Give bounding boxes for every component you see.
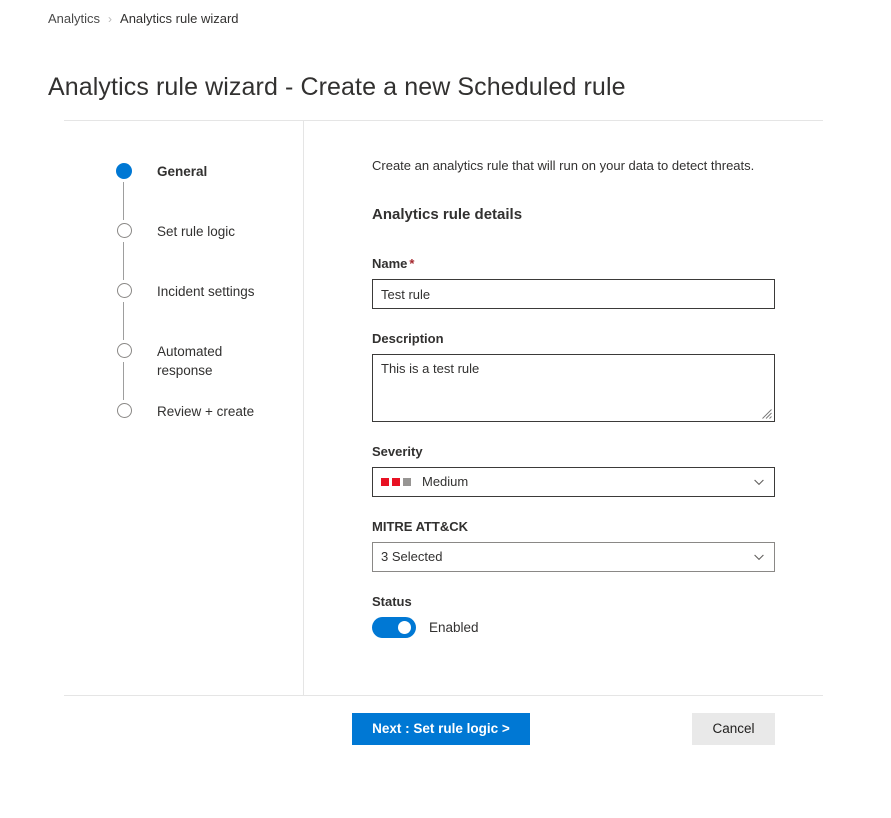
step-marker-incident-settings <box>112 280 136 298</box>
status-toggle-label: Enabled <box>429 619 479 637</box>
name-label-text: Name <box>372 256 407 271</box>
analytics-rule-form: Create an analytics rule that will run o… <box>372 157 776 659</box>
next-set-rule-logic-button[interactable]: Next : Set rule logic > <box>352 713 530 745</box>
name-label: Name* <box>372 255 776 273</box>
name-input[interactable] <box>372 279 775 309</box>
mitre-attack-label: MITRE ATT&CK <box>372 518 776 536</box>
chevron-down-icon <box>753 476 765 488</box>
toggle-knob <box>398 621 411 634</box>
form-intro-text: Create an analytics rule that will run o… <box>372 157 776 175</box>
wizard-step-general[interactable]: General <box>112 160 292 220</box>
severity-dropdown[interactable]: Medium <box>372 467 775 497</box>
field-description: Description This is a test rule <box>372 330 776 422</box>
field-status: Status Enabled <box>372 593 776 638</box>
required-asterisk: * <box>409 256 414 271</box>
wizard-step-automated-response[interactable]: Automated response <box>112 340 292 400</box>
wizard-step-label: Set rule logic <box>136 220 235 241</box>
step-connector-line <box>123 242 124 280</box>
step-dot-filled-icon <box>116 163 132 179</box>
severity-square-filled <box>392 478 400 486</box>
step-marker-automated-response <box>112 340 136 358</box>
wizard-step-label: Incident settings <box>136 280 255 301</box>
severity-square-empty <box>403 478 411 486</box>
severity-level-indicator <box>381 478 411 486</box>
panel-vertical-divider <box>303 120 304 695</box>
cancel-button[interactable]: Cancel <box>692 713 775 745</box>
breadcrumb-link-analytics[interactable]: Analytics <box>48 10 100 28</box>
wizard-step-label: Review + create <box>136 400 254 421</box>
field-name: Name* <box>372 255 776 309</box>
description-label: Description <box>372 330 776 348</box>
wizard-step-label: Automated response <box>136 340 228 380</box>
wizard-step-set-rule-logic[interactable]: Set rule logic <box>112 220 292 280</box>
field-severity: Severity Medium <box>372 443 776 497</box>
field-mitre-attack: MITRE ATT&CK 3 Selected <box>372 518 776 572</box>
chevron-down-icon <box>753 551 765 563</box>
step-dot-empty-icon <box>117 343 132 358</box>
content-top-divider <box>64 120 823 121</box>
step-marker-general <box>112 160 136 179</box>
status-toggle-row: Enabled <box>372 617 776 638</box>
page-title: Analytics rule wizard - Create a new Sch… <box>48 73 626 102</box>
severity-square-filled <box>381 478 389 486</box>
description-input[interactable]: This is a test rule <box>372 354 775 422</box>
step-connector-line <box>123 182 124 220</box>
severity-label: Severity <box>372 443 776 461</box>
step-dot-empty-icon <box>117 403 132 418</box>
wizard-step-incident-settings[interactable]: Incident settings <box>112 280 292 340</box>
step-connector-line <box>123 302 124 340</box>
step-marker-review-create <box>112 400 136 418</box>
section-heading: Analytics rule details <box>372 205 776 225</box>
description-textarea-wrapper: This is a test rule <box>372 354 775 422</box>
status-toggle[interactable] <box>372 617 416 638</box>
breadcrumb-current-page: Analytics rule wizard <box>120 10 239 28</box>
chevron-right-icon: › <box>108 10 112 28</box>
status-label: Status <box>372 593 776 611</box>
wizard-step-review-create[interactable]: Review + create <box>112 400 292 424</box>
step-connector-line <box>123 362 124 400</box>
severity-selected-value: Medium <box>422 473 468 491</box>
wizard-step-list: General Set rule logic Incident settings… <box>112 160 292 424</box>
wizard-step-label: General <box>136 160 207 181</box>
breadcrumb: Analytics › Analytics rule wizard <box>48 10 239 28</box>
step-dot-empty-icon <box>117 283 132 298</box>
step-marker-set-rule-logic <box>112 220 136 238</box>
mitre-attack-selected-value: 3 Selected <box>381 548 442 566</box>
wizard-footer: Next : Set rule logic > Cancel <box>0 713 891 745</box>
step-dot-empty-icon <box>117 223 132 238</box>
content-bottom-divider <box>64 695 823 696</box>
mitre-attack-dropdown[interactable]: 3 Selected <box>372 542 775 572</box>
